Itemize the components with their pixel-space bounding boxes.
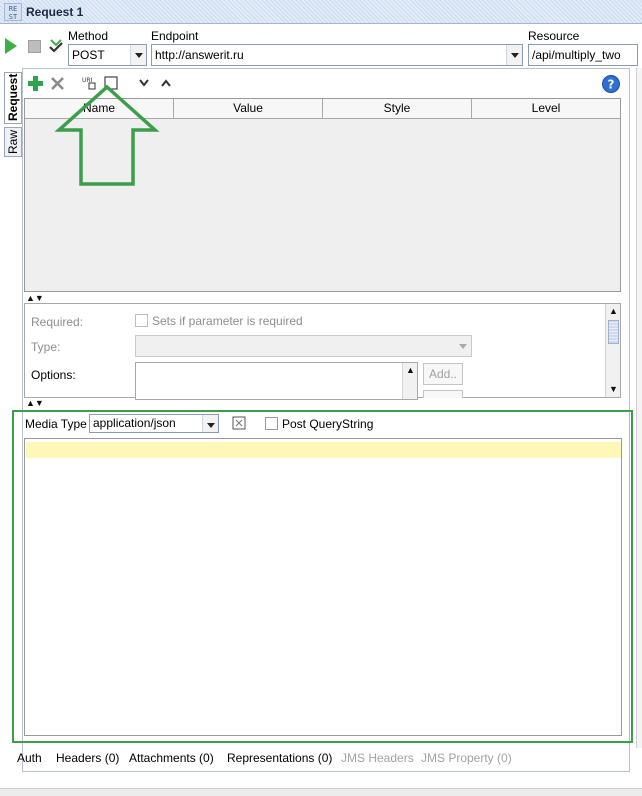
right-scroll-strip bbox=[636, 68, 642, 748]
tab-auth[interactable]: Auth bbox=[17, 751, 42, 765]
rest-icon: RE ST bbox=[4, 3, 22, 21]
endpoint-value: http://answerit.ru bbox=[155, 48, 244, 62]
post-querystring-checkbox[interactable] bbox=[265, 417, 278, 430]
required-label: Required: bbox=[31, 315, 84, 329]
resource-value: /api/multiply_two bbox=[532, 48, 621, 62]
option-button-2[interactable] bbox=[423, 390, 463, 398]
resource-label: Resource bbox=[528, 29, 580, 43]
splitter-toggle-icon[interactable]: ▲▼ bbox=[26, 399, 44, 408]
chevron-down-icon[interactable] bbox=[130, 45, 146, 65]
chevron-down-icon[interactable] bbox=[202, 415, 218, 432]
stop-icon[interactable] bbox=[28, 40, 41, 53]
chevron-down-icon bbox=[459, 344, 467, 349]
move-up-icon[interactable] bbox=[161, 79, 171, 87]
media-type-label: Media Type bbox=[25, 417, 87, 431]
request-body-editor[interactable] bbox=[24, 438, 622, 736]
status-bar bbox=[0, 788, 642, 796]
add-icon[interactable] bbox=[28, 76, 43, 91]
column-header-level[interactable]: Level bbox=[472, 99, 620, 118]
column-header-value[interactable]: Value bbox=[174, 99, 323, 118]
media-type-select[interactable]: application/json bbox=[89, 414, 219, 433]
scroll-down-icon[interactable]: ▼ bbox=[609, 385, 618, 394]
tab-jms-property: JMS Property (0) bbox=[421, 751, 512, 765]
details-scrollbar[interactable]: ▲ ▼ bbox=[605, 304, 620, 397]
window-title: Request 1 bbox=[26, 5, 84, 19]
method-value: POST bbox=[72, 48, 105, 62]
tab-raw[interactable]: Raw bbox=[4, 127, 22, 157]
method-select[interactable]: POST bbox=[68, 44, 147, 66]
type-select[interactable] bbox=[135, 335, 472, 357]
required-checkbox[interactable] bbox=[135, 314, 148, 327]
format-icon[interactable] bbox=[232, 416, 246, 430]
tab-raw-label: Raw bbox=[6, 129, 20, 154]
splitter-toggle-icon[interactable]: ▲▼ bbox=[26, 294, 44, 303]
media-type-value: application/json bbox=[93, 416, 176, 430]
type-label: Type: bbox=[31, 340, 61, 354]
tab-request[interactable]: Request bbox=[4, 72, 22, 124]
check-arrow-icon[interactable] bbox=[48, 38, 64, 54]
scroll-up-icon[interactable]: ▲ bbox=[406, 366, 415, 375]
column-header-style[interactable]: Style bbox=[323, 99, 472, 118]
tab-jms-headers: JMS Headers bbox=[341, 751, 414, 765]
run-icon[interactable] bbox=[5, 38, 17, 54]
required-checkbox-label: Sets if parameter is required bbox=[152, 314, 303, 328]
add-option-button[interactable]: Add.. bbox=[423, 363, 463, 385]
options-list[interactable]: ▲ bbox=[135, 362, 418, 400]
method-label: Method bbox=[68, 29, 109, 43]
title-bar: RE ST Request 1 bbox=[0, 0, 642, 24]
scroll-up-icon[interactable]: ▲ bbox=[609, 307, 618, 316]
options-scrollbar[interactable]: ▲ bbox=[402, 363, 417, 399]
tab-headers[interactable]: Headers (0) bbox=[56, 751, 119, 765]
param-details-panel: Required: Sets if parameter is required … bbox=[24, 303, 621, 400]
post-querystring-label: Post QueryString bbox=[282, 417, 374, 431]
chevron-down-icon[interactable] bbox=[506, 45, 522, 65]
tab-attachments[interactable]: Attachments (0) bbox=[129, 751, 214, 765]
svg-text:?: ? bbox=[608, 78, 615, 92]
tab-representations[interactable]: Representations (0) bbox=[227, 751, 332, 765]
scroll-thumb[interactable] bbox=[608, 320, 619, 344]
endpoint-input[interactable]: http://answerit.ru bbox=[151, 44, 523, 66]
tab-request-label: Request bbox=[6, 73, 20, 121]
resource-input[interactable]: /api/multiply_two bbox=[528, 44, 638, 66]
up-arrow-annotation-icon bbox=[54, 84, 160, 186]
options-label: Options: bbox=[31, 368, 76, 382]
endpoint-label: Endpoint bbox=[151, 29, 199, 43]
help-icon[interactable]: ? bbox=[602, 75, 620, 93]
current-line-highlight bbox=[26, 442, 621, 458]
